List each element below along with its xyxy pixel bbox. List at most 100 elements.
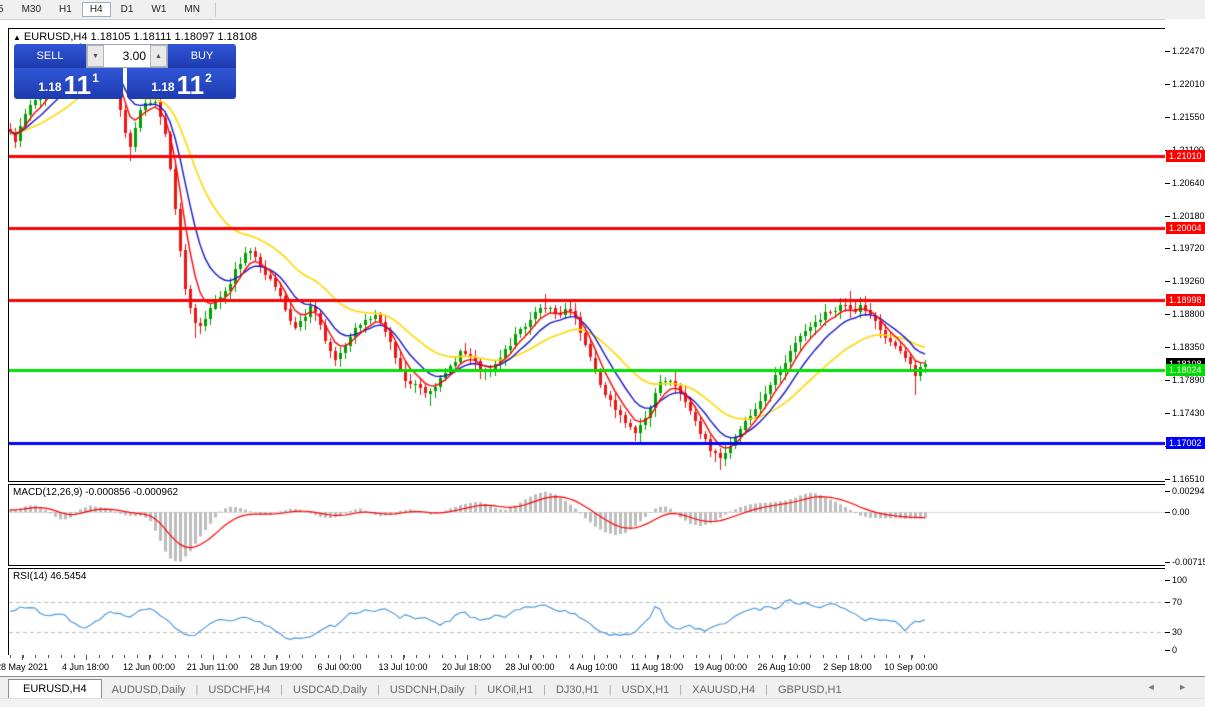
- time-major-tick: [86, 655, 87, 660]
- time-minor-tick: [137, 655, 138, 658]
- sell-button[interactable]: SELL: [14, 44, 86, 68]
- price-tick-label: 1.16510: [1172, 474, 1205, 484]
- tab-scroll-arrows[interactable]: ◄ ►: [1147, 682, 1197, 692]
- time-axis-label: 26 Aug 10:00: [757, 662, 810, 672]
- rsi-header: RSI(14) 46.5454: [13, 571, 86, 582]
- time-minor-tick: [632, 655, 633, 658]
- time-minor-tick: [201, 655, 202, 658]
- macd-canvas[interactable]: [9, 485, 1165, 565]
- timeframe-button-mn[interactable]: MN: [176, 2, 208, 17]
- mt4-window: 5M30H1H4D1W1MN ▲EURUSD,H4 1.18105 1.1811…: [0, 0, 1205, 707]
- price-tick-mark: [1165, 314, 1170, 315]
- macd-tick-mark: [1165, 491, 1170, 492]
- timeframe-button-d1[interactable]: D1: [113, 2, 142, 17]
- time-minor-tick: [709, 655, 710, 658]
- price-tick-label: 1.19260: [1172, 276, 1205, 286]
- time-minor-tick: [747, 655, 748, 658]
- time-axis-label: 21 Jun 11:00: [187, 662, 238, 672]
- price-line-label: 1.17002: [1166, 437, 1205, 449]
- chart-tab-eurusd[interactable]: EURUSD,H4: [8, 679, 102, 699]
- time-minor-tick: [239, 655, 240, 658]
- time-minor-tick: [315, 655, 316, 658]
- chart-tab-dj30[interactable]: DJ30,H1: [546, 681, 609, 699]
- time-minor-tick: [10, 655, 11, 658]
- volume-increase-button[interactable]: ▲: [150, 45, 167, 67]
- time-major-tick: [594, 655, 595, 660]
- time-minor-tick: [175, 655, 176, 658]
- price-tick-mark: [1165, 84, 1170, 85]
- time-major-tick: [403, 655, 404, 660]
- macd-tick-label: 0.00: [1172, 507, 1190, 517]
- price-tick-label: 1.20180: [1172, 211, 1205, 221]
- buy-price-big: 11: [177, 73, 205, 97]
- time-minor-tick: [556, 655, 557, 658]
- rsi-tick-label: 100: [1172, 575, 1187, 585]
- chart-tab-usdcad[interactable]: USDCAD,Daily: [283, 681, 377, 699]
- time-minor-tick: [670, 655, 671, 658]
- chart-tabs-bar: EURUSD,H4AUDUSD,Daily|USDCHF,H4|USDCAD,D…: [0, 676, 1205, 699]
- time-minor-tick: [226, 655, 227, 658]
- time-minor-tick: [480, 655, 481, 658]
- time-minor-tick: [772, 655, 773, 658]
- time-major-tick: [22, 655, 23, 660]
- time-minor-tick: [302, 655, 303, 658]
- time-minor-tick: [188, 655, 189, 658]
- time-major-tick: [530, 655, 531, 660]
- time-minor-tick: [455, 655, 456, 658]
- chart-tab-gbpusd[interactable]: GBPUSD,H1: [768, 681, 852, 699]
- time-axis-label: 13 Jul 10:00: [378, 662, 427, 672]
- volume-decrease-button[interactable]: ▼: [87, 45, 104, 67]
- timeframe-button-h4[interactable]: H4: [82, 2, 111, 17]
- rsi-tick-mark: [1165, 650, 1170, 651]
- price-line-label: 1.18998: [1166, 294, 1205, 306]
- price-tick-mark: [1165, 347, 1170, 348]
- rsi-canvas[interactable]: [9, 569, 1165, 655]
- chart-tab-xauusd[interactable]: XAUUSD,H4: [682, 681, 765, 699]
- time-major-tick: [467, 655, 468, 660]
- volume-box: ▼ ▲: [86, 44, 168, 68]
- time-major-tick: [149, 655, 150, 660]
- price-tick-mark: [1165, 248, 1170, 249]
- timeframe-button-h1[interactable]: H1: [51, 2, 80, 17]
- macd-tick-mark: [1165, 512, 1170, 513]
- buy-price-tile[interactable]: 1.18 11 2: [127, 68, 236, 99]
- timeframe-button-w1[interactable]: W1: [143, 2, 174, 17]
- chart-tab-audusd[interactable]: AUDUSD,Daily: [102, 681, 196, 699]
- chart-tab-usdcnh[interactable]: USDCNH,Daily: [380, 681, 475, 699]
- time-major-tick: [848, 655, 849, 660]
- time-axis-label: 10 Sep 00:00: [884, 662, 938, 672]
- price-tick-mark: [1165, 479, 1170, 480]
- time-minor-tick: [74, 655, 75, 658]
- timeframe-button-5[interactable]: 5: [0, 2, 12, 17]
- price-tick-label: 1.18800: [1172, 309, 1205, 319]
- time-axis-label: 28 Jun 19:00: [250, 662, 302, 672]
- chart-tab-ukoil[interactable]: UKOil,H1: [477, 681, 543, 699]
- time-axis-label: 2 Sep 18:00: [823, 662, 872, 672]
- bottom-scrollbar-strip[interactable]: [0, 698, 1205, 707]
- time-major-tick: [657, 655, 658, 660]
- time-minor-tick: [162, 655, 163, 658]
- volume-input[interactable]: [104, 45, 150, 67]
- price-line-label: 1.18024: [1166, 364, 1205, 376]
- sell-price-big: 11: [64, 73, 92, 97]
- time-minor-tick: [734, 655, 735, 658]
- time-axis-label: 19 Aug 00:00: [694, 662, 747, 672]
- timeframe-button-m30[interactable]: M30: [14, 2, 49, 17]
- chart-tab-usdchf[interactable]: USDCHF,H4: [198, 681, 280, 699]
- time-minor-tick: [607, 655, 608, 658]
- buy-button[interactable]: BUY: [168, 44, 236, 68]
- time-minor-tick: [112, 655, 113, 658]
- time-axis-label: 12 Jun 00:00: [123, 662, 175, 672]
- time-minor-tick: [289, 655, 290, 658]
- price-tick-label: 1.18350: [1172, 342, 1205, 352]
- chart-tab-usdx[interactable]: USDX,H1: [612, 681, 680, 699]
- time-minor-tick: [493, 655, 494, 658]
- time-minor-tick: [124, 655, 125, 658]
- sell-price-tile[interactable]: 1.18 11 1: [14, 68, 123, 99]
- time-minor-tick: [48, 655, 49, 658]
- price-axis: 1.224701.220101.215501.211001.206401.201…: [1165, 19, 1205, 659]
- price-tick-mark: [1165, 281, 1170, 282]
- macd-tick-mark: [1165, 562, 1170, 563]
- price-tick-mark: [1165, 117, 1170, 118]
- price-tick-label: 1.17890: [1172, 375, 1205, 385]
